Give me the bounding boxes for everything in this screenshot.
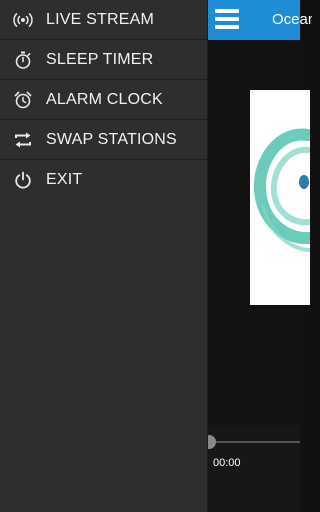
menu-item-live-stream[interactable]: LIVE STREAM [0,0,207,40]
stopwatch-icon [0,51,46,69]
alarm-clock-icon [0,91,46,109]
menu-item-exit[interactable]: EXIT [0,160,207,199]
navigation-drawer: LIVE STREAM SLEEP TIMER ALARM CLOCK SWAP… [0,0,208,512]
menu-label-exit: EXIT [46,170,83,188]
ocean-logo-icon [253,128,310,252]
menu-label-live-stream: LIVE STREAM [46,10,155,28]
hamburger-menu-icon[interactable] [215,9,239,29]
seek-bar[interactable] [208,441,300,443]
menu-label-sleep-timer: SLEEP TIMER [46,50,154,68]
menu-item-swap-stations[interactable]: SWAP STATIONS [0,120,207,160]
menu-label-swap-stations: SWAP STATIONS [46,130,177,148]
elapsed-time: 00:00 [213,457,241,469]
app-header: Ocean [208,0,312,40]
menu-item-sleep-timer[interactable]: SLEEP TIMER [0,40,207,80]
menu-label-alarm-clock: ALARM CLOCK [46,90,163,108]
swap-arrows-icon [0,132,46,148]
power-icon [0,171,46,189]
player-bar: 00:00 [206,425,300,512]
station-artwork [250,90,310,305]
app-title: Ocean [272,11,312,28]
menu-item-alarm-clock[interactable]: ALARM CLOCK [0,80,207,120]
broadcast-icon [0,12,46,28]
